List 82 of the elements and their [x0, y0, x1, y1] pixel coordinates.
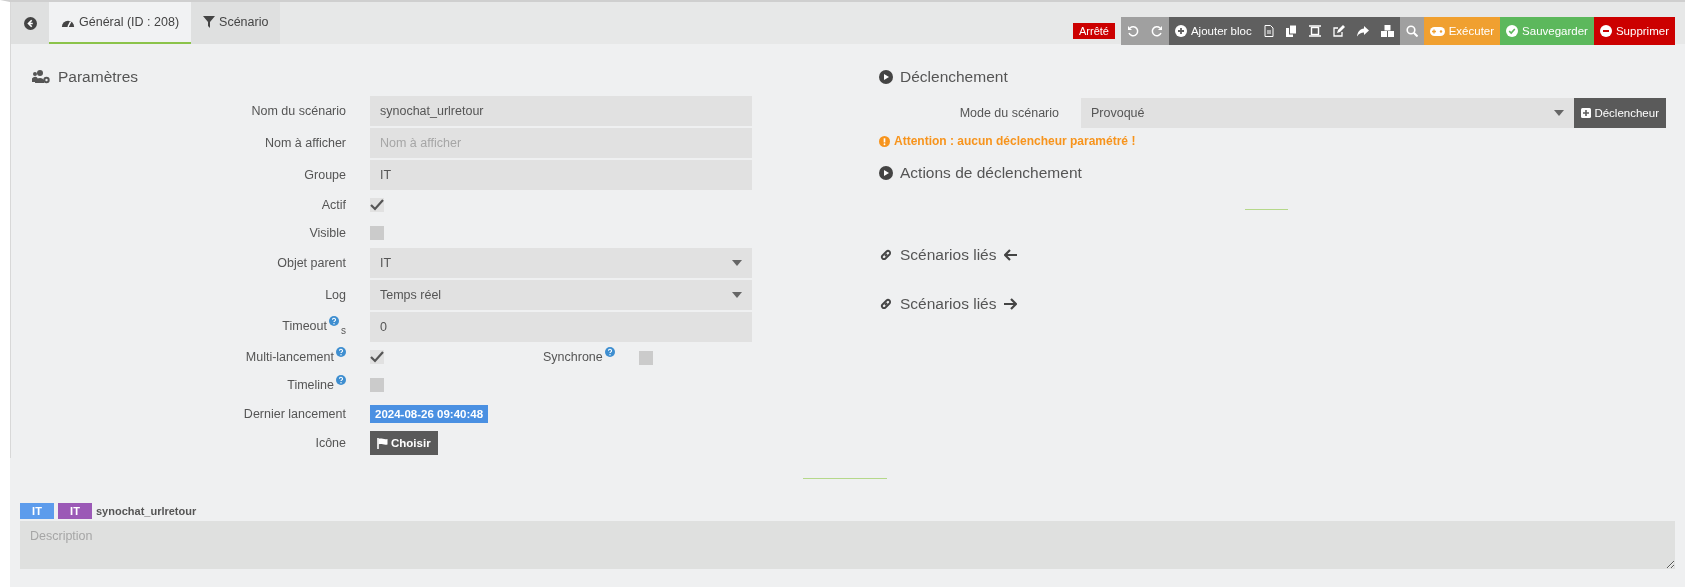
tab[interactable]: Scénario: [191, 2, 281, 44]
warning-icon: [879, 135, 890, 147]
section-title: Paramètres: [58, 68, 139, 86]
field-label: Multi-lancement: [245, 350, 334, 364]
delete-button[interactable]: Supprimer: [1593, 17, 1675, 45]
gamepad-icon: [1429, 26, 1445, 36]
description-field[interactable]: Description: [20, 521, 1675, 569]
text-field[interactable]: synochat_urlretour: [370, 96, 752, 126]
redo-icon: [1150, 25, 1163, 37]
dropdown[interactable]: Temps réel: [370, 280, 752, 310]
left-arrow-icon: [1003, 249, 1017, 261]
search-icon: [1405, 25, 1418, 37]
warning-text: Attention : aucun déclencheur paramétré !: [894, 134, 1136, 148]
add-block-button[interactable]: Ajouter bloc: [1168, 17, 1258, 45]
redo-button[interactable]: [1144, 17, 1169, 45]
search-button[interactable]: [1399, 17, 1424, 45]
back-button[interactable]: [11, 2, 49, 44]
help-icon[interactable]: [336, 375, 346, 385]
caret-icon: [732, 292, 742, 298]
field-label: Mode du scénario: [958, 106, 1060, 120]
share-arrow-icon: [1356, 25, 1369, 37]
field-label: Synchrone: [543, 349, 603, 364]
tab[interactable]: Général (ID : 208): [49, 2, 192, 44]
checkbox[interactable]: [370, 198, 384, 212]
play-circle-icon: [879, 70, 893, 84]
field-label: Dernier lancement: [243, 406, 346, 421]
users-gear-icon: [32, 70, 51, 84]
checkbox[interactable]: [370, 378, 384, 392]
dropdown[interactable]: Provoqué: [1081, 98, 1575, 128]
text-field[interactable]: IT: [370, 160, 752, 190]
caret-icon: [1554, 110, 1565, 116]
cubes-button[interactable]: [1374, 17, 1400, 45]
copy-icon: [1285, 25, 1297, 37]
field-label: Objet parent: [277, 256, 346, 270]
section-title: Actions de déclenchement: [900, 164, 1082, 182]
minus-circle-icon: [1599, 25, 1612, 37]
field-label: Timeline: [287, 378, 334, 392]
frame-icon: [1308, 25, 1321, 37]
checkbox[interactable]: [370, 226, 384, 240]
link-icon: [879, 248, 893, 262]
plus-square-icon: [1581, 108, 1592, 118]
help-icon[interactable]: [604, 346, 615, 357]
checkbox[interactable]: [370, 350, 384, 364]
document-icon: [1263, 25, 1274, 37]
field-label: Visible: [309, 226, 346, 240]
text-field[interactable]: Nom à afficher: [370, 128, 752, 158]
choose-button[interactable]: Choisir: [370, 431, 438, 455]
section-title: Scénarios liés: [900, 295, 997, 313]
flag-icon: [377, 437, 388, 449]
field-label: Nom du scénario: [251, 104, 346, 118]
checkbox[interactable]: [638, 350, 653, 365]
plus-circle-icon: [1174, 25, 1187, 37]
filter-icon: [203, 16, 216, 28]
play-circle-icon: [879, 166, 893, 180]
right-arrow-icon: [1003, 298, 1017, 310]
add-trigger-button[interactable]: Déclencheur: [1574, 98, 1666, 128]
link-icon: [879, 297, 893, 311]
dropdown[interactable]: IT: [370, 248, 752, 278]
undo-icon: [1126, 25, 1139, 37]
field-label: Nom à afficher: [264, 136, 346, 150]
field-label: Actif: [321, 198, 346, 212]
field-label: Groupe: [304, 168, 346, 182]
field-label: Log: [325, 288, 346, 302]
text-field[interactable]: 0: [370, 312, 752, 342]
caret-icon: [732, 260, 742, 266]
scenario-name: synochat_urlretour: [96, 505, 197, 517]
tag: IT: [58, 503, 92, 519]
help-icon[interactable]: [329, 315, 339, 326]
date-label: 2024-08-26 09:40:48: [370, 404, 489, 423]
field-label: Icône: [315, 436, 346, 450]
undo-button[interactable]: [1120, 17, 1145, 45]
help-icon[interactable]: [336, 347, 346, 357]
back-arrow-icon: [23, 16, 37, 30]
section-title: Scénarios liés: [900, 246, 997, 264]
cubes-icon: [1380, 25, 1394, 37]
check-circle-icon: [1506, 25, 1519, 37]
status-badge: Arrêté: [1073, 23, 1115, 39]
tag: IT: [20, 503, 54, 519]
section-title: Déclenchement: [900, 68, 1008, 86]
unit-label: s: [341, 324, 346, 336]
field-label: Timeout: [282, 318, 327, 333]
edit-icon: [1332, 25, 1345, 37]
